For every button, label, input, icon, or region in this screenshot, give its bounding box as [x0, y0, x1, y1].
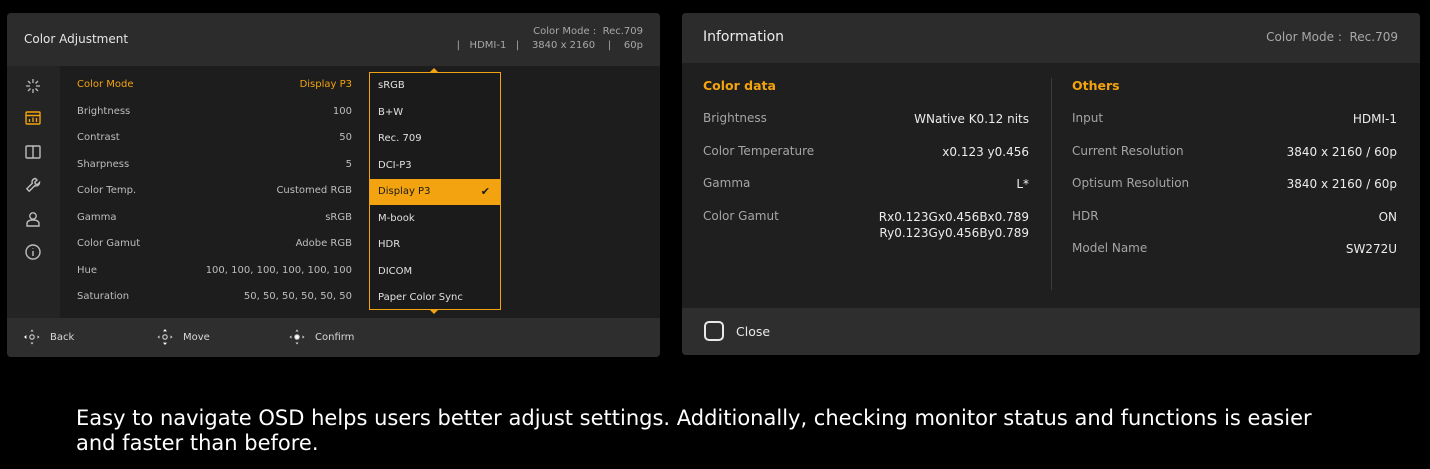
panel-footer: Close: [682, 308, 1420, 355]
color-adjust-icon[interactable]: [24, 77, 42, 95]
current-resolution-label: Current Resolution: [1072, 144, 1184, 158]
optimum-resolution-label: Optisum Resolution: [1072, 176, 1190, 190]
others-heading: Others: [1072, 78, 1120, 93]
settings-list: Color Mode Display P3 Brightness 100 Con…: [60, 66, 660, 318]
dropdown-option-paper-color-sync[interactable]: Paper Color Sync: [370, 285, 500, 311]
dropdown-scroll-down-indicator: [430, 310, 438, 314]
dropdown-option-srgb[interactable]: sRGB: [370, 73, 500, 99]
color-temperature-value: x0.123 y0.456: [942, 145, 1029, 159]
model-name-value: SW272U: [1345, 242, 1397, 256]
back-label: Back: [50, 332, 75, 343]
setting-contrast[interactable]: Contrast 50: [60, 125, 360, 151]
close-button-icon[interactable]: [704, 321, 724, 341]
setting-value: Adobe RGB: [295, 238, 352, 249]
color-mode-status: Color Mode : Rec.709: [533, 26, 643, 37]
option-label: HDR: [378, 239, 401, 250]
hdr-value: ON: [1378, 210, 1397, 224]
option-label: Rec. 709: [378, 133, 422, 144]
navigation-footer: Back Move Confirm: [7, 318, 660, 357]
setting-label: Sharpness: [77, 158, 130, 170]
current-resolution-value: 3840 x 2160 / 60p: [1286, 145, 1397, 159]
color-mode-dropdown: sRGB B+W Rec. 709 DCI-P3 Display P3 ✔ M-b…: [369, 72, 501, 310]
color-temperature-label: Color Temperature: [703, 144, 815, 158]
option-label: DCI-P3: [378, 159, 412, 171]
brightness-label: Brightness: [703, 111, 767, 125]
setting-sharpness[interactable]: Sharpness 5: [60, 152, 360, 178]
setting-value: 100: [332, 105, 352, 117]
wrench-icon[interactable]: [24, 176, 42, 194]
picture-mode-icon[interactable]: [24, 109, 42, 127]
setting-value: Display P3: [299, 79, 352, 90]
setting-saturation[interactable]: Saturation 50, 50, 50, 50, 50, 50: [60, 284, 360, 310]
joystick-move-icon: [156, 328, 174, 346]
setting-label: Color Gamut: [77, 238, 141, 249]
color-adjustment-panel: Color Adjustment Color Mode : Rec.709 | …: [7, 13, 660, 357]
setting-label: Hue: [77, 264, 98, 276]
user-icon[interactable]: [24, 210, 42, 228]
signal-status: | HDMI-1 | 3840 x 2160 | 60p: [456, 40, 643, 51]
color-gamut-value-line1: Rx0.123Gx0.456Bx0.789: [878, 210, 1029, 224]
joystick-left-icon: [23, 328, 41, 346]
optimum-resolution-value: 3840 x 2160 / 60p: [1286, 177, 1397, 191]
setting-label: Contrast: [77, 132, 120, 143]
color-data-heading: Color data: [703, 78, 776, 93]
setting-label: Brightness: [77, 105, 131, 117]
model-name-label: Model Name: [1072, 241, 1148, 255]
gamma-label: Gamma: [703, 176, 751, 190]
brightness-value: WNative K0.12 nits: [914, 112, 1029, 126]
setting-hue[interactable]: Hue 100, 100, 100, 100, 100, 100: [60, 258, 360, 284]
split-screen-icon[interactable]: [24, 143, 42, 161]
option-label: Display P3: [378, 186, 431, 197]
gamma-value: L*: [1016, 177, 1029, 191]
setting-brightness[interactable]: Brightness 100: [60, 99, 360, 125]
dropdown-option-dci-p3[interactable]: DCI-P3: [370, 153, 500, 179]
dropdown-option-hdr[interactable]: HDR: [370, 232, 500, 258]
setting-value: sRGB: [325, 211, 352, 223]
dropdown-option-rec709[interactable]: Rec. 709: [370, 126, 500, 152]
setting-value: Customed RGB: [276, 185, 352, 196]
input-value: HDMI-1: [1352, 112, 1397, 126]
panel-title: Color Adjustment: [24, 32, 129, 46]
setting-label: Gamma: [77, 211, 117, 223]
setting-value: 5: [345, 158, 352, 170]
move-label: Move: [183, 332, 210, 343]
color-gamut-label: Color Gamut: [703, 209, 779, 223]
setting-label: Saturation: [77, 291, 130, 302]
checkmark-icon: ✔: [480, 185, 490, 198]
setting-label: Color Temp.: [77, 185, 137, 196]
column-divider: [1051, 78, 1052, 290]
option-label: DICOM: [378, 265, 413, 277]
setting-color-temp[interactable]: Color Temp. Customed RGB: [60, 178, 360, 204]
option-label: B+W: [378, 106, 404, 118]
setting-value: 50: [339, 132, 352, 143]
sidebar: [7, 66, 60, 318]
confirm-label: Confirm: [315, 332, 355, 343]
dropdown-option-bw[interactable]: B+W: [370, 100, 500, 126]
panel-header: Color Adjustment Color Mode : Rec.709 | …: [7, 13, 660, 66]
option-label: sRGB: [378, 80, 405, 91]
color-gamut-value-line2: Ry0.123Gy0.456By0.789: [879, 226, 1029, 240]
input-label: Input: [1072, 111, 1104, 125]
panel-title: Information: [703, 29, 785, 45]
setting-gamma[interactable]: Gamma sRGB: [60, 205, 360, 231]
color-mode-status: Color Mode : Rec.709: [1266, 30, 1398, 44]
setting-color-gamut[interactable]: Color Gamut Adobe RGB: [60, 231, 360, 257]
joystick-press-icon: [288, 328, 306, 346]
info-icon[interactable]: [24, 243, 42, 261]
feature-caption: Easy to navigate OSD helps users better …: [76, 406, 1312, 455]
dropdown-option-m-book[interactable]: M-book: [370, 206, 500, 232]
option-label: Paper Color Sync: [378, 292, 463, 303]
setting-value: 50, 50, 50, 50, 50, 50: [243, 291, 352, 302]
panel-header: Information Color Mode : Rec.709: [682, 13, 1420, 63]
dropdown-option-dicom[interactable]: DICOM: [370, 259, 500, 285]
setting-color-mode[interactable]: Color Mode Display P3: [60, 72, 360, 98]
setting-label: Color Mode: [77, 79, 134, 90]
option-label: M-book: [378, 212, 415, 224]
setting-value: 100, 100, 100, 100, 100, 100: [205, 264, 352, 276]
close-button-label[interactable]: Close: [736, 324, 770, 339]
information-panel: Information Color Mode : Rec.709 Color d…: [682, 13, 1420, 355]
hdr-label: HDR: [1072, 209, 1099, 223]
dropdown-option-display-p3[interactable]: Display P3 ✔: [370, 179, 500, 205]
